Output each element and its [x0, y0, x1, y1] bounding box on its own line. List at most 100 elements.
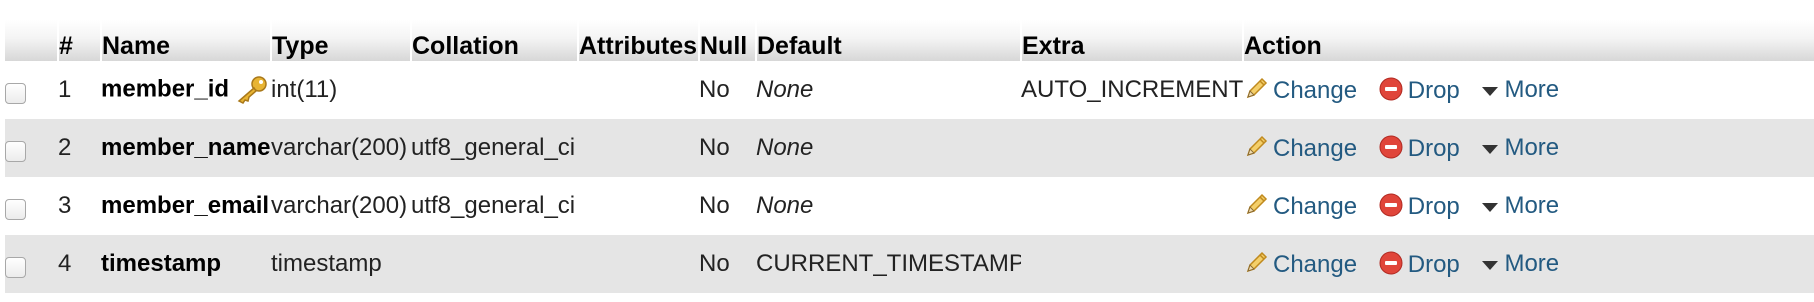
more-button[interactable]: More: [1480, 76, 1559, 104]
triangle-down-icon: [1482, 261, 1499, 271]
more-label: More: [1504, 76, 1560, 104]
more-button[interactable]: More: [1480, 250, 1559, 278]
triangle-down-icon: [1482, 87, 1499, 97]
header-attributes[interactable]: Attributes: [577, 20, 699, 61]
column-actions: Change Drop More: [1243, 177, 1814, 235]
column-type: timestamp: [271, 250, 382, 277]
triangle-down-icon: [1482, 203, 1499, 213]
drop-button[interactable]: Drop: [1378, 250, 1460, 279]
change-button[interactable]: Change: [1243, 76, 1357, 105]
column-null: No: [699, 76, 730, 103]
column-name: member_email: [101, 192, 270, 219]
column-type: int(11): [271, 76, 338, 103]
column-collation: utf8_general_ci: [411, 192, 576, 219]
row-num: 1: [58, 76, 72, 103]
table-row: 3 member_email varchar(200) utf8_general…: [5, 177, 1814, 235]
column-attributes: [578, 235, 699, 293]
row-checkbox-cell: [5, 61, 58, 119]
more-label: More: [1504, 250, 1560, 278]
column-name-cell: member_id: [101, 61, 271, 119]
header-row: # Name Type Collation Attributes Null De…: [5, 20, 1814, 61]
change-label: Change: [1273, 250, 1358, 278]
pencil-icon: [1246, 251, 1268, 272]
pencil-icon: [1246, 193, 1268, 214]
header-type[interactable]: Type: [270, 20, 411, 61]
column-default: CURRENT_TIMESTAMP: [756, 250, 1021, 277]
column-collation: [411, 61, 578, 119]
column-name: member_id: [101, 75, 230, 103]
header-checkbox: [5, 20, 58, 61]
header-num[interactable]: #: [57, 20, 101, 61]
row-checkbox[interactable]: [5, 83, 26, 105]
more-button[interactable]: More: [1480, 134, 1559, 162]
row-num: 3: [58, 192, 72, 219]
pencil-icon: [1246, 135, 1268, 156]
column-actions: Change Drop More: [1243, 119, 1814, 177]
column-type: varchar(200): [271, 192, 408, 219]
table-row: 1 member_id int(11) No None AUTO_INCREME…: [5, 61, 1814, 119]
drop-label: Drop: [1407, 192, 1460, 220]
column-collation: utf8_general_ci: [411, 134, 576, 161]
more-label: More: [1504, 134, 1560, 162]
change-button[interactable]: Change: [1243, 134, 1357, 163]
column-attributes: [578, 119, 699, 177]
column-name-cell: timestamp: [101, 235, 271, 293]
primary-key-icon: [237, 76, 267, 104]
triangle-down-icon: [1482, 145, 1499, 155]
column-extra: [1021, 177, 1243, 235]
change-label: Change: [1273, 134, 1358, 162]
column-name-cell: member_name: [101, 119, 271, 177]
header-default[interactable]: Default: [755, 20, 1021, 61]
drop-label: Drop: [1407, 250, 1460, 278]
column-name: member_name: [101, 134, 271, 161]
table-row: 4 timestamp timestamp No CURRENT_TIMESTA…: [5, 235, 1814, 293]
row-checkbox-cell: [5, 177, 58, 235]
row-checkbox[interactable]: [5, 199, 26, 221]
header-extra[interactable]: Extra: [1020, 20, 1243, 61]
column-name-cell: member_email: [101, 177, 271, 235]
table-row: 2 member_name varchar(200) utf8_general_…: [5, 119, 1814, 177]
structure-view: # Name Type Collation Attributes Null De…: [0, 0, 1814, 302]
column-extra: [1021, 235, 1243, 293]
drop-label: Drop: [1407, 76, 1460, 104]
row-checkbox[interactable]: [5, 257, 26, 279]
drop-icon: [1379, 193, 1403, 217]
row-num: 2: [58, 134, 72, 161]
column-type: varchar(200): [271, 134, 408, 161]
more-label: More: [1504, 192, 1560, 220]
more-button[interactable]: More: [1480, 192, 1559, 220]
column-actions: Change Drop More: [1243, 61, 1814, 119]
drop-icon: [1379, 251, 1403, 275]
drop-button[interactable]: Drop: [1378, 76, 1460, 105]
change-button[interactable]: Change: [1243, 192, 1357, 221]
header-collation[interactable]: Collation: [410, 20, 578, 61]
table-structure: # Name Type Collation Attributes Null De…: [5, 20, 1814, 293]
column-null: No: [699, 250, 730, 277]
header-null[interactable]: Null: [698, 20, 756, 61]
column-name: timestamp: [101, 250, 222, 277]
column-extra: AUTO_INCREMENT: [1021, 76, 1243, 103]
column-default: None: [756, 192, 814, 219]
change-label: Change: [1273, 192, 1358, 220]
column-extra: [1021, 119, 1243, 177]
row-checkbox-cell: [5, 119, 58, 177]
column-actions: Change Drop More: [1243, 235, 1814, 293]
column-default: None: [756, 134, 814, 161]
pencil-icon: [1246, 77, 1268, 98]
drop-icon: [1379, 135, 1403, 159]
column-null: No: [699, 134, 730, 161]
drop-label: Drop: [1407, 134, 1460, 162]
row-num: 4: [58, 250, 72, 277]
header-action: Action: [1242, 20, 1814, 61]
row-checkbox[interactable]: [5, 141, 26, 163]
row-checkbox-cell: [5, 235, 58, 293]
drop-button[interactable]: Drop: [1378, 192, 1460, 221]
header-name[interactable]: Name: [100, 20, 271, 61]
column-null: No: [699, 192, 730, 219]
column-default: None: [756, 76, 814, 103]
drop-button[interactable]: Drop: [1378, 134, 1460, 163]
drop-icon: [1379, 77, 1403, 101]
column-collation: [411, 235, 578, 293]
change-button[interactable]: Change: [1243, 250, 1357, 279]
column-attributes: [578, 61, 699, 119]
